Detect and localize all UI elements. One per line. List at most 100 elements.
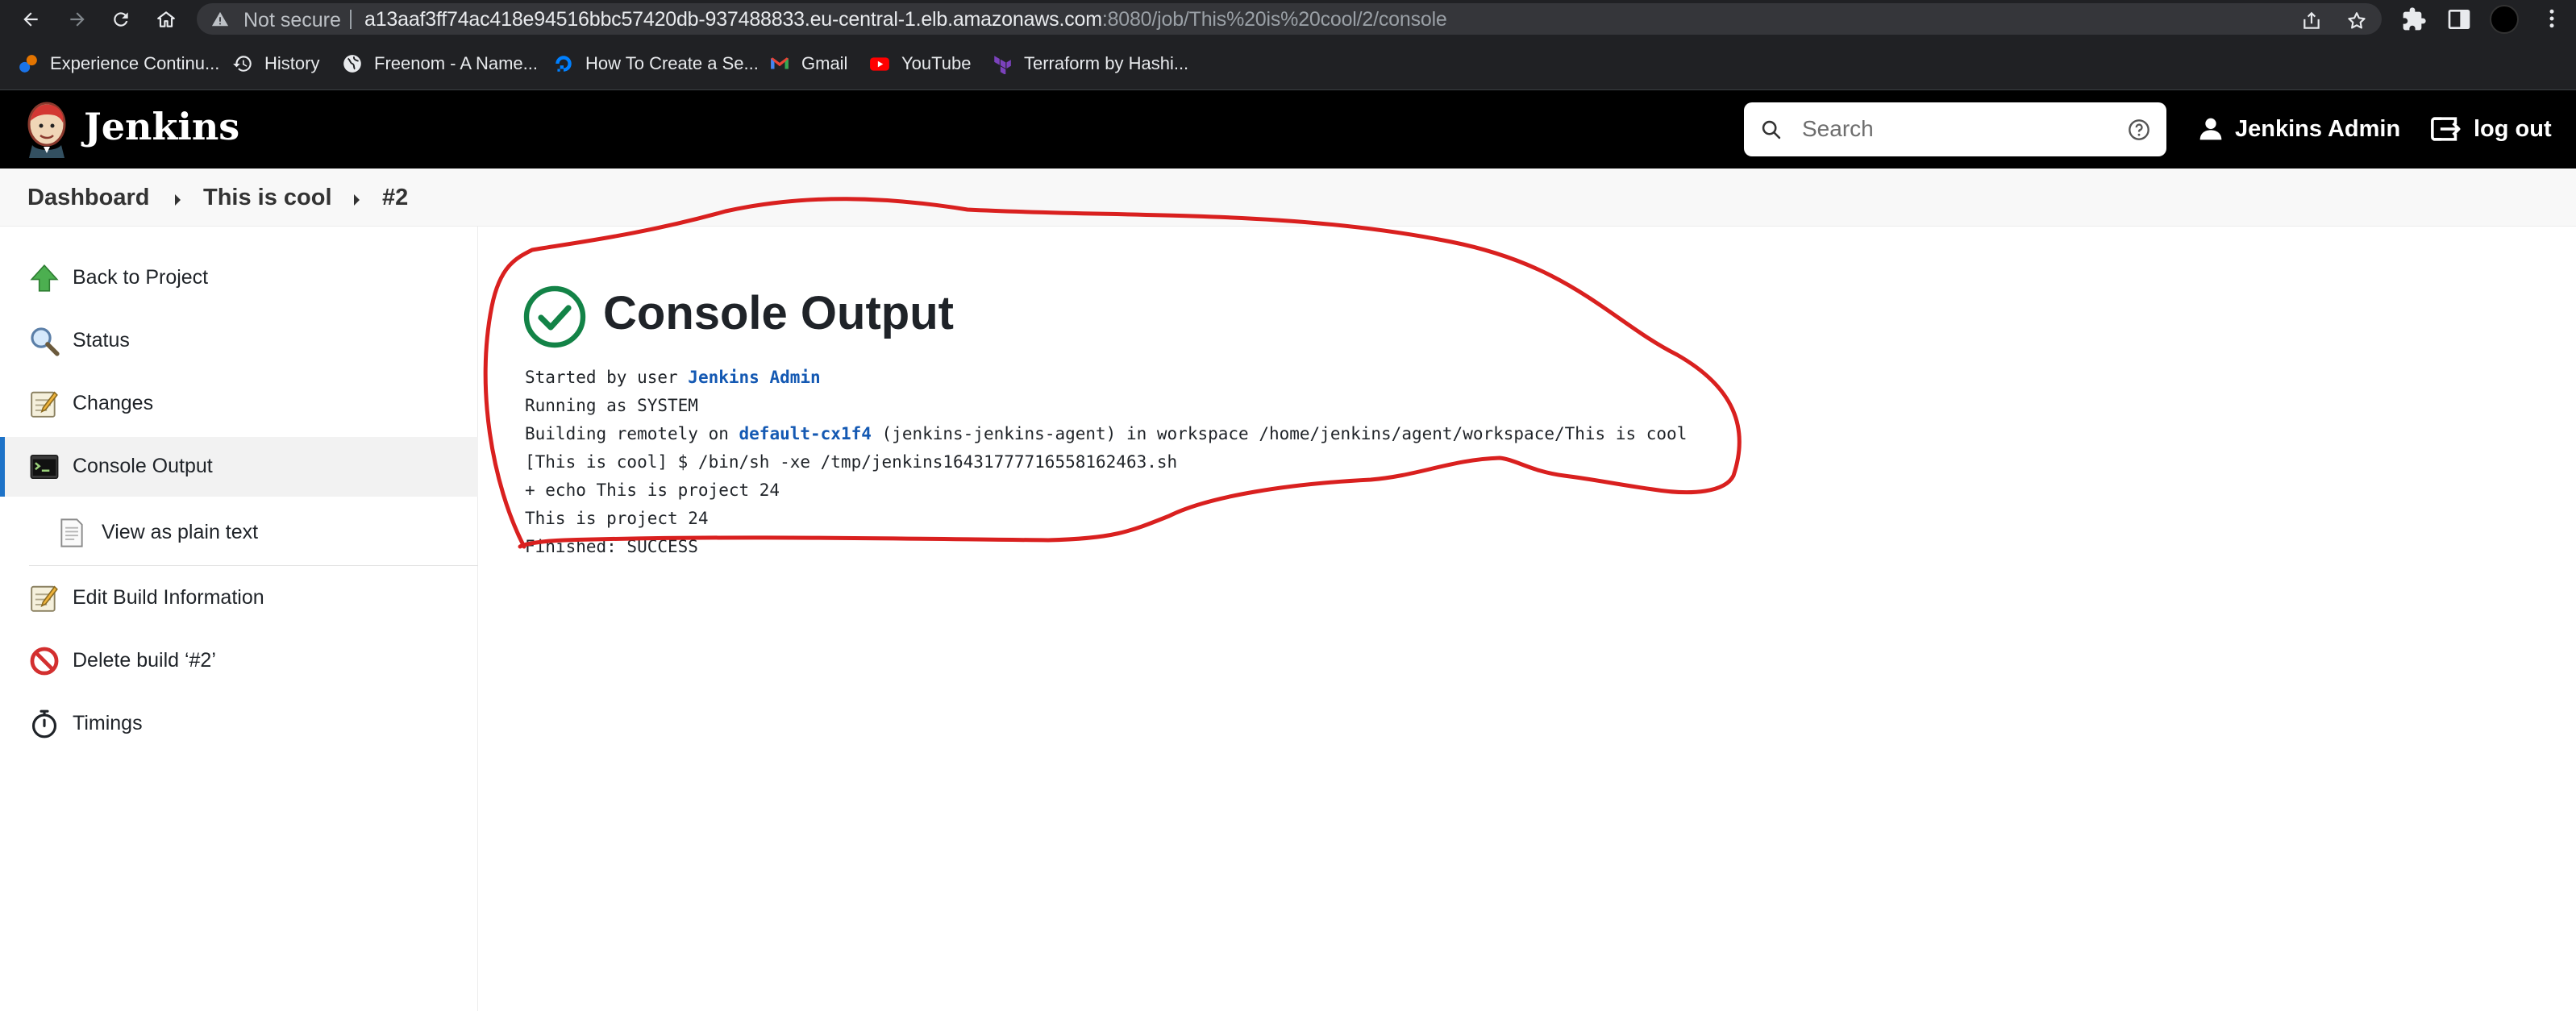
console-line: Started by user Jenkins Admin: [525, 368, 821, 387]
console-text: Building remotely on: [525, 424, 739, 443]
bookmark-label: Gmail: [801, 53, 848, 73]
user-icon: [2199, 118, 2222, 140]
user-menu[interactable]: Jenkins Admin: [2198, 110, 2400, 148]
sidebar-item-label: Status: [73, 329, 130, 352]
sidebar-item-label: Back to Project: [73, 266, 209, 289]
sidebar-item-delete-build[interactable]: Delete build ‘#2’: [0, 631, 478, 691]
address-bar[interactable]: Not secure a13aaf3ff74ac418e94516bbc5742…: [197, 3, 2382, 35]
breadcrumb-dashboard[interactable]: Dashboard: [27, 185, 149, 211]
experience-icon: [19, 55, 37, 73]
breadcrumb-job[interactable]: This is cool: [203, 185, 332, 211]
user-name: Jenkins Admin: [2235, 115, 2401, 142]
bookmark-terraform[interactable]: Terraform by Hashi...: [992, 49, 1188, 78]
search-icon: [1762, 120, 1781, 139]
bookmark-label: YouTube: [901, 53, 972, 73]
bookmark-freenom[interactable]: Freenom - A Name...: [342, 49, 538, 78]
sidebar-divider: [29, 565, 478, 566]
document-icon: [60, 518, 83, 547]
console-line: This is project 24: [525, 509, 709, 528]
terminal-icon: [30, 454, 59, 480]
bookmark-label: How To Create a Se...: [585, 53, 759, 73]
sidebar-item-status[interactable]: Status: [0, 311, 478, 371]
main-content: Console Output Started by user Jenkins A…: [479, 227, 2576, 1011]
sidebar-item-back-to-project[interactable]: Back to Project: [0, 248, 478, 308]
search-input[interactable]: [1802, 112, 2108, 146]
sidebar-item-label: Console Output: [73, 455, 213, 477]
notepad-icon: [31, 585, 58, 612]
digitalocean-icon: [556, 56, 572, 72]
share-icon[interactable]: [2301, 10, 2322, 31]
console-output: Started by user Jenkins Admin Running as…: [525, 364, 1687, 561]
profile-avatar[interactable]: [2490, 5, 2519, 34]
jenkins-logo-icon[interactable]: [24, 100, 69, 158]
history-icon: [233, 56, 252, 72]
side-panel-icon[interactable]: [2446, 6, 2472, 32]
breadcrumb-build[interactable]: #2: [382, 185, 408, 211]
bookmark-label: Terraform by Hashi...: [1024, 53, 1189, 73]
success-check-icon: [523, 285, 586, 348]
forward-arrow-icon[interactable]: [63, 5, 92, 34]
chevron-right-icon[interactable]: [175, 194, 181, 206]
bookmark-label: History: [264, 53, 320, 73]
warning-icon: [211, 11, 229, 27]
stopwatch-icon: [31, 709, 57, 738]
back-arrow-icon[interactable]: [16, 5, 45, 34]
console-line: Finished: SUCCESS: [525, 537, 698, 556]
bookmark-label: Freenom - A Name...: [374, 53, 538, 73]
sidebar-item-edit-build-information[interactable]: Edit Build Information: [0, 568, 478, 628]
breadcrumb: Dashboard This is cool #2: [0, 168, 2576, 227]
gmail-icon: [771, 57, 789, 69]
bookmark-youtube[interactable]: YouTube: [869, 49, 971, 78]
bookmark-star-icon[interactable]: [2346, 10, 2367, 31]
jenkins-title[interactable]: Jenkins: [84, 105, 239, 148]
home-icon[interactable]: [152, 5, 181, 34]
sidebar: Back to Project Status Changes Console O…: [0, 227, 478, 1011]
search-box[interactable]: [1744, 102, 2166, 156]
logout-label: log out: [2474, 115, 2552, 142]
reload-icon[interactable]: [106, 5, 135, 34]
address-divider: [350, 10, 352, 29]
page-title: Console Output: [603, 287, 954, 339]
sidebar-item-label: Timings: [73, 712, 143, 734]
chevron-right-icon[interactable]: [354, 194, 360, 206]
logout-icon: [2431, 117, 2461, 141]
not-secure-label: Not secure: [243, 9, 341, 31]
bookmark-digitalocean[interactable]: How To Create a Se...: [553, 49, 759, 78]
bookmark-experience[interactable]: Experience Continu...: [18, 49, 219, 78]
youtube-icon: [870, 57, 889, 71]
bookmark-label: Experience Continu...: [50, 53, 220, 73]
sidebar-item-label: Changes: [73, 392, 154, 414]
user-link[interactable]: Jenkins Admin: [688, 368, 820, 387]
logout-link[interactable]: log out: [2430, 110, 2552, 148]
bookmark-gmail[interactable]: Gmail: [769, 49, 847, 78]
terraform-icon: [994, 56, 1011, 74]
sidebar-item-label: Edit Build Information: [73, 586, 264, 609]
sidebar-item-label: Delete build ‘#2’: [73, 649, 216, 672]
console-line: [This is cool] $ /bin/sh -xe /tmp/jenkin…: [525, 452, 1178, 472]
console-line: + echo This is project 24: [525, 481, 780, 500]
bookmarks-bar: Experience Continu... History Freenom - …: [0, 38, 2576, 90]
bookmark-history[interactable]: History: [232, 49, 319, 78]
console-line: Running as SYSTEM: [525, 396, 698, 415]
jenkins-header: Jenkins Jenkins Admin log out: [0, 90, 2576, 168]
sidebar-item-changes[interactable]: Changes: [0, 374, 478, 434]
up-arrow-icon: [30, 264, 59, 292]
sidebar-item-console-output[interactable]: Console Output: [0, 437, 478, 497]
no-entry-icon: [30, 647, 59, 676]
magnifier-icon: [31, 327, 60, 356]
extensions-icon[interactable]: [2401, 6, 2427, 32]
console-text: (jenkins-jenkins-agent) in workspace /ho…: [871, 424, 1688, 443]
menu-dots-icon[interactable]: [2540, 6, 2564, 31]
sidebar-item-label: View as plain text: [102, 521, 259, 543]
url-text: a13aaf3ff74ac418e94516bbc57420db-9374888…: [364, 8, 1447, 31]
browser-toolbar: Not secure a13aaf3ff74ac418e94516bbc5742…: [0, 0, 2576, 38]
sidebar-item-timings[interactable]: Timings: [0, 694, 478, 754]
console-text: Started by user: [525, 368, 689, 387]
notepad-icon: [31, 391, 58, 418]
agent-link[interactable]: default-cx1f4: [739, 424, 872, 443]
console-line: Building remotely on default-cx1f4 (jenk…: [525, 424, 1687, 443]
help-icon[interactable]: [2128, 119, 2150, 141]
globe-icon: [343, 55, 361, 73]
sidebar-item-view-plain-text[interactable]: View as plain text: [0, 503, 478, 563]
url-host: a13aaf3ff74ac418e94516bbc57420db-9374888…: [364, 8, 1102, 31]
